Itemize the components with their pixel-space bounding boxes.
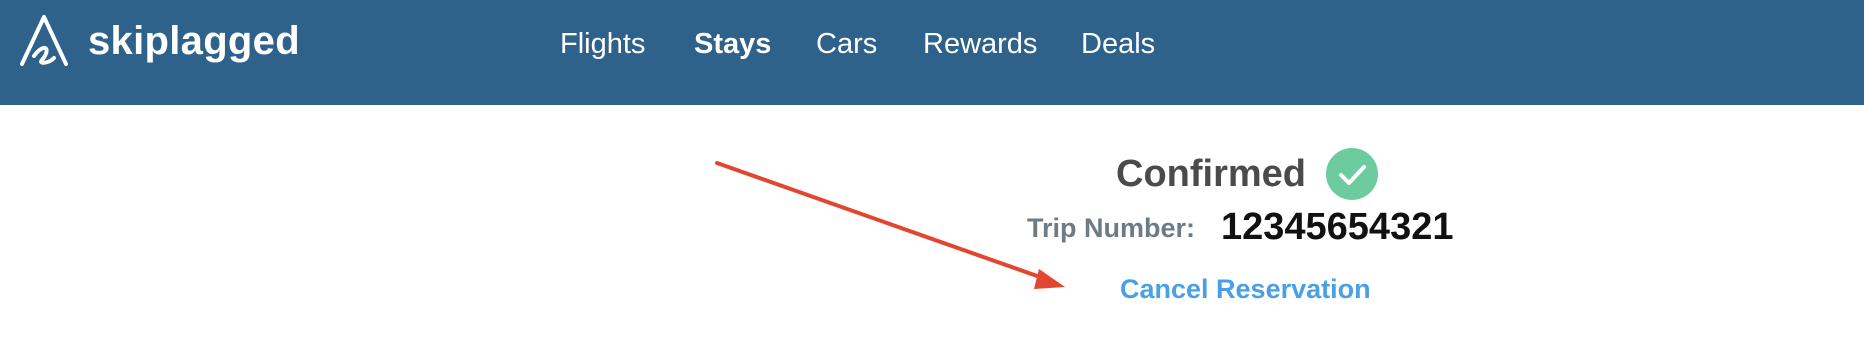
brand-logo[interactable]: skiplagged [18,14,300,68]
brand-name: skiplagged [88,18,300,63]
nav-item-rewards[interactable]: Rewards [923,28,1037,61]
check-circle-icon [1326,148,1378,200]
nav-item-flights[interactable]: Flights [560,28,645,61]
trip-number-label: Trip Number: [1027,213,1196,243]
nav-item-deals[interactable]: Deals [1081,28,1155,61]
confirmation-status: Confirmed [1116,148,1378,200]
top-navbar: skiplagged Flights Stays Cars Rewards De… [0,0,1864,105]
nav-item-cars[interactable]: Cars [816,28,877,61]
skiplagged-logo-icon [20,15,68,66]
nav-item-stays[interactable]: Stays [694,28,771,61]
trip-number-value: 12345654321 [1221,206,1454,248]
confirmed-heading: Confirmed [1116,152,1306,195]
cancel-reservation-link[interactable]: Cancel Reservation [1120,274,1371,305]
